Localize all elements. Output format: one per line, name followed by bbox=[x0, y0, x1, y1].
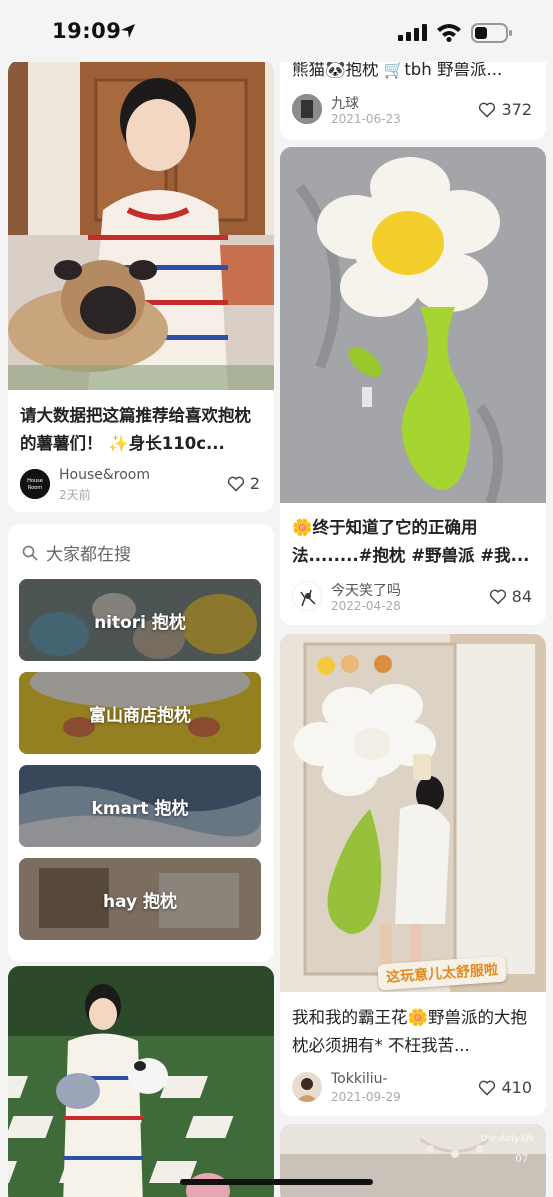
svg-text:House: House bbox=[27, 478, 43, 484]
note-card[interactable]: 请大数据把这篇推荐给喜欢抱枕的薯薯们！ ✨身长110c... House Room… bbox=[8, 60, 274, 512]
avatar[interactable] bbox=[292, 581, 322, 611]
note-meta: House Room House&room 2天前 2 bbox=[8, 464, 274, 504]
cellular-signal-icon bbox=[398, 24, 427, 41]
status-time: 19:09 bbox=[52, 19, 122, 43]
note-cover-image: 这玩意儿太舒服啦 bbox=[280, 634, 546, 992]
author-name[interactable]: Tokkiliu- bbox=[331, 1071, 388, 1087]
avatar[interactable] bbox=[292, 1072, 322, 1102]
note-meta: Tokkiliu- 2021-09-29 410 bbox=[280, 1068, 546, 1108]
note-title: 请大数据把这篇推荐给喜欢抱枕的薯薯们！ ✨身长110c... bbox=[20, 406, 251, 453]
note-title: 我和我的霸王花🌼野兽派的大抱枕必须拥有* 不枉我苦... bbox=[292, 1008, 528, 1055]
like-count: 372 bbox=[501, 100, 532, 119]
note-card[interactable]: 🌼终于知道了它的正确用法........#抱枕 #野兽派 #我... 今天笑了吗… bbox=[280, 147, 546, 625]
search-suggestion-item[interactable]: hay 抱枕 bbox=[19, 858, 261, 940]
post-date: 2021-06-23 bbox=[331, 112, 401, 126]
heart-icon bbox=[489, 589, 506, 605]
hot-search-title: 大家都在搜 bbox=[46, 545, 131, 565]
hot-search-card: 大家都在搜 nitori 抱枕 富山商店抱枕 kmart 抱枕 hay 抱枕 bbox=[8, 524, 274, 962]
search-suggestion-label: hay 抱枕 bbox=[102, 891, 178, 912]
like-button[interactable]: 372 bbox=[478, 100, 532, 119]
avatar[interactable] bbox=[292, 94, 322, 124]
search-icon bbox=[22, 545, 38, 561]
search-suggestion-item[interactable]: nitori 抱枕 bbox=[19, 579, 261, 661]
note-cover-image bbox=[8, 966, 274, 1197]
battery-icon bbox=[471, 23, 512, 43]
note-card[interactable]: 这玩意儿太舒服啦 我和我的霸王花🌼野兽派的大抱枕必须拥有* 不枉我苦... To… bbox=[280, 634, 546, 1116]
note-cover-image bbox=[280, 147, 546, 503]
note-cover-image: Our daily life 07 bbox=[280, 1124, 546, 1197]
note-meta: 今天笑了吗 2022-04-28 84 bbox=[280, 577, 546, 617]
author-name[interactable]: House&room bbox=[59, 467, 150, 483]
like-button[interactable]: 2 bbox=[227, 474, 260, 493]
note-title: 🌼终于知道了它的正确用法........#抱枕 #野兽派 #我... bbox=[292, 518, 530, 565]
search-suggestion-label: nitori 抱枕 bbox=[94, 612, 186, 633]
like-count: 84 bbox=[511, 587, 532, 606]
like-button[interactable]: 84 bbox=[489, 587, 532, 606]
post-date: 2022-04-28 bbox=[331, 599, 401, 613]
like-count: 2 bbox=[249, 474, 260, 493]
wifi-icon bbox=[437, 24, 461, 42]
heart-icon bbox=[479, 102, 496, 118]
note-cover-image bbox=[8, 60, 274, 390]
note-card[interactable]: Our daily life 07 bbox=[280, 1124, 546, 1197]
search-suggestion-label: kmart 抱枕 bbox=[91, 798, 189, 819]
heart-icon bbox=[479, 1080, 496, 1096]
heart-icon bbox=[227, 476, 244, 492]
post-date: 2021-09-29 bbox=[331, 1090, 401, 1104]
search-suggestion-label: 富山商店抱枕 bbox=[89, 705, 191, 726]
note-meta: 九球 2021-06-23 372 bbox=[280, 90, 546, 130]
cover-overlay-number: 07 bbox=[515, 1154, 528, 1165]
like-button[interactable]: 410 bbox=[478, 1078, 532, 1097]
search-suggestion-item[interactable]: 富山商店抱枕 bbox=[19, 672, 261, 754]
author-name[interactable]: 今天笑了吗 bbox=[331, 580, 401, 600]
home-indicator[interactable] bbox=[180, 1179, 373, 1185]
note-card[interactable] bbox=[8, 966, 274, 1197]
hot-search-heading: 大家都在搜 bbox=[22, 540, 131, 565]
search-suggestion-item[interactable]: kmart 抱枕 bbox=[19, 765, 261, 847]
svg-text:Room: Room bbox=[28, 485, 42, 491]
avatar[interactable]: House Room bbox=[20, 469, 50, 499]
author-name[interactable]: 九球 bbox=[331, 93, 359, 113]
location-arrow-icon bbox=[121, 24, 135, 38]
post-date: 2天前 bbox=[59, 488, 91, 502]
status-bar: 19:09 bbox=[0, 0, 553, 62]
cover-overlay-text: Our daily life bbox=[481, 1134, 534, 1143]
like-count: 410 bbox=[501, 1078, 532, 1097]
